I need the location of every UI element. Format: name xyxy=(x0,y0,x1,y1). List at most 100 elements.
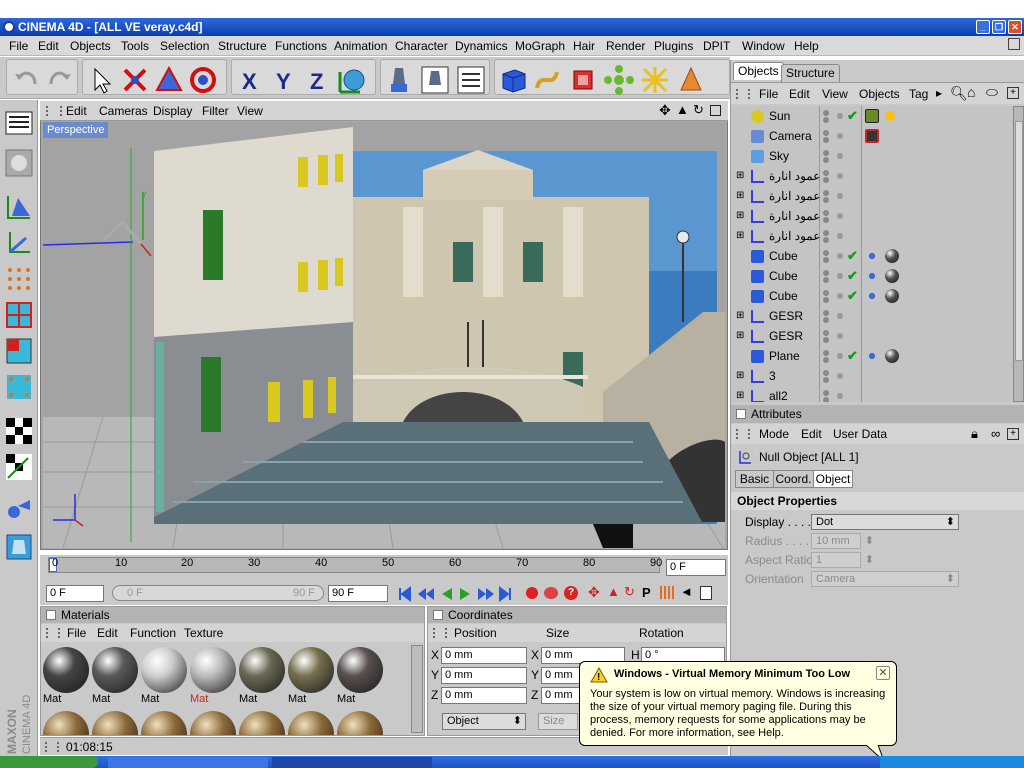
new-panel-icon[interactable]: + xyxy=(1007,87,1019,99)
render-visibility-dot[interactable] xyxy=(823,157,829,163)
cube-primitive-icon[interactable] xyxy=(497,64,529,96)
viewport-move-icon[interactable]: ✥ xyxy=(659,102,671,119)
editor-visibility-dot[interactable] xyxy=(823,110,829,116)
timeline-options-icon[interactable] xyxy=(700,586,712,600)
coordinates-grip-icon[interactable] xyxy=(433,628,447,638)
key-parameter-icon[interactable]: P xyxy=(642,585,651,600)
tab-objects[interactable]: Objects xyxy=(733,62,784,80)
material-swatch[interactable] xyxy=(337,711,383,735)
objects-menu-tag[interactable]: Tag xyxy=(909,87,928,101)
render-visibility-dot[interactable] xyxy=(823,277,829,283)
menu-edit[interactable]: Edit xyxy=(38,39,59,53)
attributes-menu-userdata[interactable]: User Data xyxy=(833,427,887,441)
layer-dot[interactable] xyxy=(837,153,843,159)
viewport-menu-cameras[interactable]: Cameras xyxy=(99,104,148,118)
editor-visibility-dot[interactable] xyxy=(823,150,829,156)
material-swatch[interactable] xyxy=(43,711,89,735)
viewport-maximize-icon[interactable] xyxy=(710,105,721,116)
object-row[interactable]: Cube ✔ xyxy=(733,286,1011,306)
key-scale-icon[interactable]: ▲ xyxy=(607,584,620,599)
start-frame-field[interactable]: 0 F xyxy=(46,585,104,602)
viewport-rotate-icon[interactable]: ↻ xyxy=(693,102,704,118)
render-settings-icon[interactable] xyxy=(455,64,487,96)
menu-selection[interactable]: Selection xyxy=(160,39,209,53)
layer-dot[interactable] xyxy=(837,393,843,399)
editor-visibility-dot[interactable] xyxy=(823,210,829,216)
material-ball-icon[interactable] xyxy=(885,289,899,303)
timeline-ruler[interactable] xyxy=(48,557,660,573)
spline-pen-icon[interactable] xyxy=(531,64,563,96)
object-row[interactable]: Camera xyxy=(733,126,1011,146)
menu-character[interactable]: Character xyxy=(395,39,448,53)
objects-grip-icon[interactable] xyxy=(736,89,750,99)
editor-visibility-dot[interactable] xyxy=(823,190,829,196)
menu-file[interactable]: File xyxy=(9,39,28,53)
maximize-button[interactable]: ❐ xyxy=(992,20,1006,34)
material-swatch[interactable] xyxy=(288,647,334,693)
texture-checker-icon[interactable] xyxy=(4,416,34,446)
viewport-menu-view[interactable]: View xyxy=(237,104,263,118)
viewport-zoom-icon[interactable]: ▲ xyxy=(676,102,689,117)
expand-toggle-icon[interactable]: ⊞ xyxy=(736,231,744,241)
viewport-menu-edit[interactable]: Edit xyxy=(66,104,87,118)
menu-dynamics[interactable]: Dynamics xyxy=(455,39,508,53)
object-row[interactable]: Sun ✔ xyxy=(733,106,1011,126)
texture-tag-icon[interactable] xyxy=(865,269,879,283)
use-polygon-tool-icon[interactable] xyxy=(4,336,34,366)
menu-hair[interactable]: Hair xyxy=(573,39,595,53)
expand-toggle-icon[interactable]: ⊞ xyxy=(736,171,744,181)
object-row[interactable]: ⊞ عمود انارة xyxy=(733,186,1011,206)
record-icon[interactable] xyxy=(526,587,538,599)
use-object-tool-icon[interactable] xyxy=(4,192,34,222)
close-button[interactable]: ✕ xyxy=(1008,20,1022,34)
material-swatch[interactable] xyxy=(239,711,285,735)
objects-menu-edit[interactable]: Edit xyxy=(789,87,810,101)
layer-dot[interactable] xyxy=(837,133,843,139)
use-texture-tool-icon[interactable] xyxy=(4,372,34,402)
camera-tag-icon[interactable] xyxy=(865,129,879,143)
autokey-icon[interactable] xyxy=(544,587,558,599)
editor-visibility-dot[interactable] xyxy=(823,350,829,356)
filter-icon[interactable]: ⬭ xyxy=(986,84,998,101)
materials-menu-texture[interactable]: Texture xyxy=(184,626,223,640)
material-swatch[interactable] xyxy=(92,711,138,735)
render-view-icon[interactable] xyxy=(383,64,415,96)
object-row[interactable]: Sky xyxy=(733,146,1011,166)
expand-toggle-icon[interactable]: ⊞ xyxy=(736,211,744,221)
taskbar-item[interactable] xyxy=(108,757,268,768)
object-row[interactable]: Cube ✔ xyxy=(733,266,1011,286)
object-row[interactable]: Plane ✔ xyxy=(733,346,1011,366)
viewport-menu-display[interactable]: Display xyxy=(153,104,192,118)
materials-scrollbar[interactable] xyxy=(411,645,423,733)
attributes-menu-mode[interactable]: Mode xyxy=(759,427,789,441)
key-sound-icon[interactable]: ◄ xyxy=(680,584,693,599)
object-row[interactable]: ⊞ عمود انارة xyxy=(733,206,1011,226)
layer-dot[interactable] xyxy=(837,353,843,359)
sun-dot-icon[interactable] xyxy=(885,111,895,121)
layer-dot[interactable] xyxy=(837,173,843,179)
texture-tag-icon[interactable] xyxy=(865,289,879,303)
undo-icon[interactable] xyxy=(11,62,43,94)
attributes-grip-icon[interactable] xyxy=(736,429,750,439)
editor-visibility-dot[interactable] xyxy=(823,250,829,256)
texture-axis-icon[interactable] xyxy=(4,452,34,482)
layout-restore-icon[interactable] xyxy=(1008,38,1020,50)
expand-toggle-icon[interactable]: ⊞ xyxy=(736,391,744,401)
layer-dot[interactable] xyxy=(837,113,843,119)
material-ball-icon[interactable] xyxy=(885,269,899,283)
home-icon[interactable]: ⌂ xyxy=(967,84,975,100)
menu-more-arrow-icon[interactable]: ▸ xyxy=(936,86,942,100)
editor-visibility-dot[interactable] xyxy=(823,310,829,316)
render-visibility-dot[interactable] xyxy=(823,257,829,263)
material-swatch[interactable] xyxy=(141,647,187,693)
move-tool-icon[interactable] xyxy=(119,64,151,96)
menu-help[interactable]: Help xyxy=(794,39,819,53)
workplane-icon[interactable] xyxy=(4,496,34,526)
object-row[interactable]: ⊞ عمود انارة xyxy=(733,226,1011,246)
texture-tag-icon[interactable] xyxy=(865,349,879,363)
soft-selection-icon[interactable] xyxy=(4,532,34,562)
world-coordinates-icon[interactable] xyxy=(336,64,368,96)
texture-tag-icon[interactable] xyxy=(865,249,879,263)
end-frame-field[interactable]: 90 F xyxy=(328,585,388,602)
materials-menu-edit[interactable]: Edit xyxy=(97,626,118,640)
